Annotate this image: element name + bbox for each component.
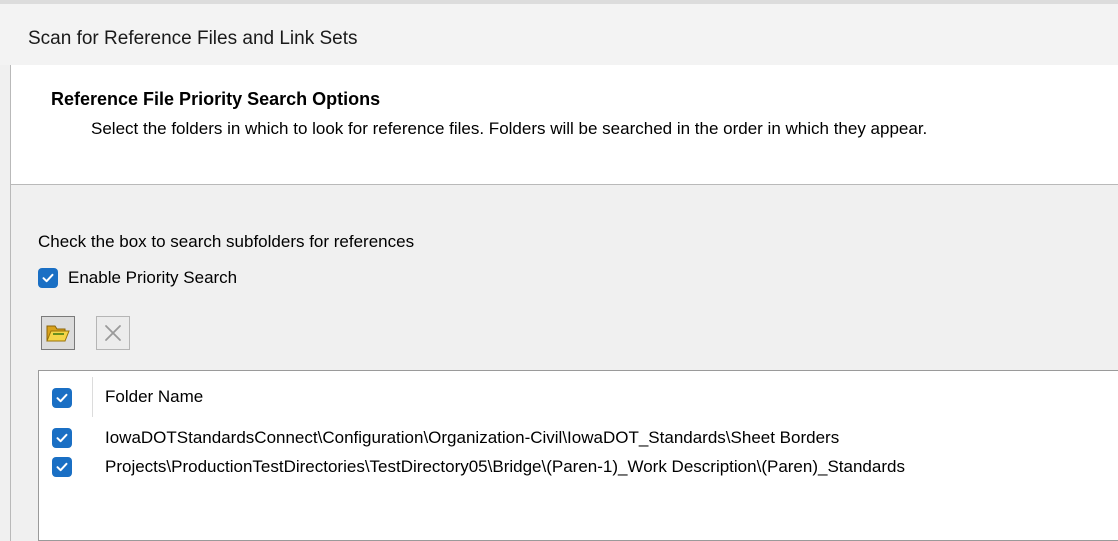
remove-folder-button[interactable] — [96, 316, 130, 350]
folder-list-header: Folder Name — [39, 371, 1118, 421]
page-description: Select the folders in which to look for … — [91, 119, 928, 138]
page-title: Reference File Priority Search Options — [51, 89, 381, 109]
checkmark-icon — [56, 393, 68, 403]
list-item[interactable]: IowaDOTStandardsConnect\Configuration\Or… — [39, 425, 1118, 451]
window-title: Scan for Reference Files and Link Sets — [28, 28, 358, 49]
header-divider — [92, 377, 93, 417]
folder-path: IowaDOTStandardsConnect\Configuration\Or… — [105, 428, 840, 447]
add-folder-button[interactable] — [41, 316, 75, 350]
wizard-header: Reference File Priority Search Options S… — [10, 65, 1118, 185]
folder-path: Projects\ProductionTestDirectories\TestD… — [105, 457, 905, 476]
enable-priority-search-checkbox[interactable] — [38, 268, 58, 288]
folder-icon — [46, 325, 70, 342]
select-all-checkbox[interactable] — [52, 388, 72, 408]
enable-priority-search-label: Enable Priority Search — [68, 268, 238, 287]
title-bar: Scan for Reference Files and Link Sets — [0, 0, 1118, 65]
folder-row-checkbox[interactable] — [52, 457, 72, 477]
folder-name-column-header[interactable]: Folder Name — [105, 387, 203, 407]
instruction-text: Check the box to search subfolders for r… — [38, 232, 415, 251]
checkmark-icon — [42, 273, 54, 283]
folder-list[interactable]: Folder Name IowaDOTStandardsConnect\Conf… — [38, 370, 1118, 541]
close-icon — [105, 325, 121, 341]
checkmark-icon — [56, 462, 68, 472]
list-item[interactable]: Projects\ProductionTestDirectories\TestD… — [39, 454, 1118, 480]
enable-priority-search-row[interactable]: Enable Priority Search — [38, 266, 237, 290]
folder-row-checkbox[interactable] — [52, 428, 72, 448]
checkmark-icon — [56, 433, 68, 443]
